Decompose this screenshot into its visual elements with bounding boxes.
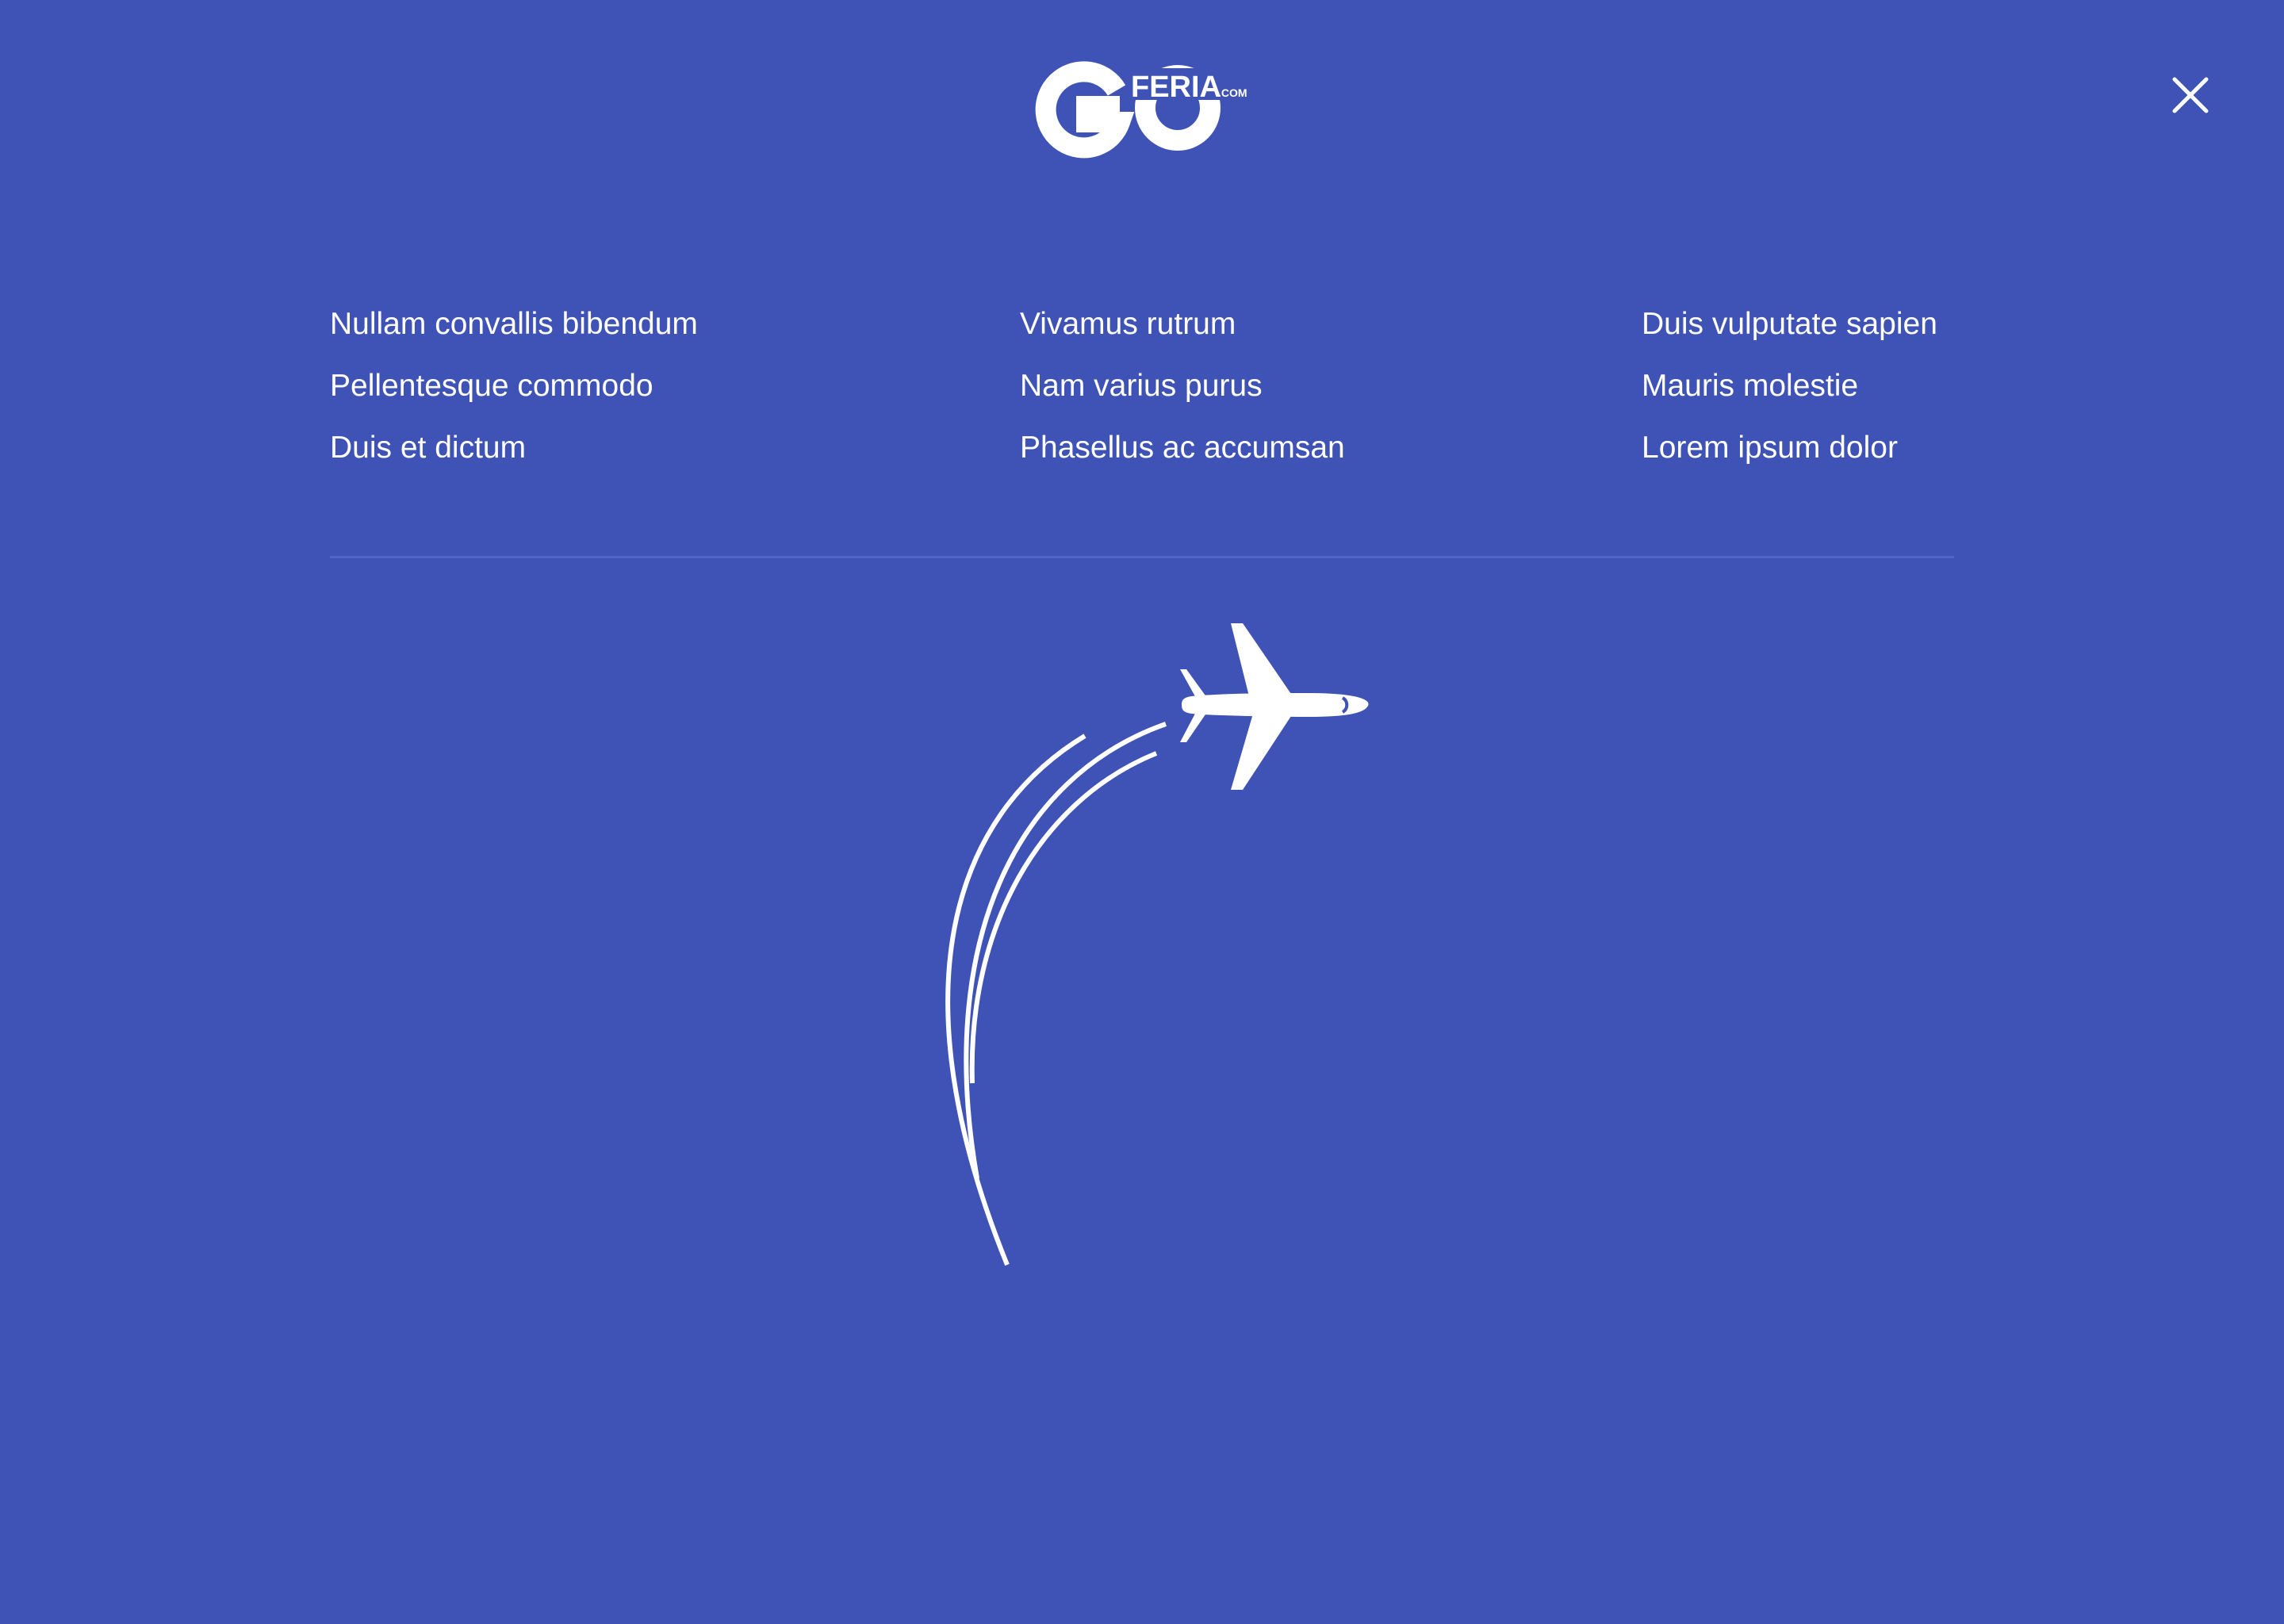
menu-link[interactable]: Nullam convallis bibendum xyxy=(330,293,698,355)
plane-icon xyxy=(1180,623,1369,790)
menu-link[interactable]: Duis et dictum xyxy=(330,417,698,479)
menu-link[interactable]: Mauris molestie xyxy=(1642,355,1937,417)
logo[interactable]: FERIA .COM xyxy=(1031,56,1253,159)
menu-link[interactable]: Phasellus ac accumsan xyxy=(1020,417,1345,479)
menu-link[interactable]: Vivamus rutrum xyxy=(1020,293,1345,355)
menu-link[interactable]: Pellentesque commodo xyxy=(330,355,698,417)
close-icon xyxy=(2172,77,2209,113)
close-button[interactable] xyxy=(2167,71,2214,119)
logo-wordmark-feria: FERIA xyxy=(1131,71,1221,104)
menu-link[interactable]: Nam varius purus xyxy=(1020,355,1345,417)
menu-column-2: Vivamus rutrum Nam varius purus Phasellu… xyxy=(1020,293,1345,479)
main-menu: Nullam convallis bibendum Pellentesque c… xyxy=(330,293,1954,484)
menu-link[interactable]: Lorem ipsum dolor xyxy=(1642,417,1937,479)
flight-trail-icon xyxy=(945,722,1167,1266)
airplane-icon xyxy=(945,623,1369,1266)
logo-wordmark-suffix: .COM xyxy=(1218,86,1247,99)
airplane-illustration xyxy=(904,611,1396,1277)
menu-column-1: Nullam convallis bibendum Pellentesque c… xyxy=(330,293,698,479)
menu-overlay: FERIA .COM Nullam convallis bibendum Pel… xyxy=(0,0,2284,1624)
goferia-logo-icon: FERIA .COM xyxy=(1035,61,1247,159)
divider xyxy=(330,556,1954,558)
menu-link[interactable]: Duis vulputate sapien xyxy=(1642,293,1937,355)
menu-column-3: Duis vulputate sapien Mauris molestie Lo… xyxy=(1642,293,1937,479)
